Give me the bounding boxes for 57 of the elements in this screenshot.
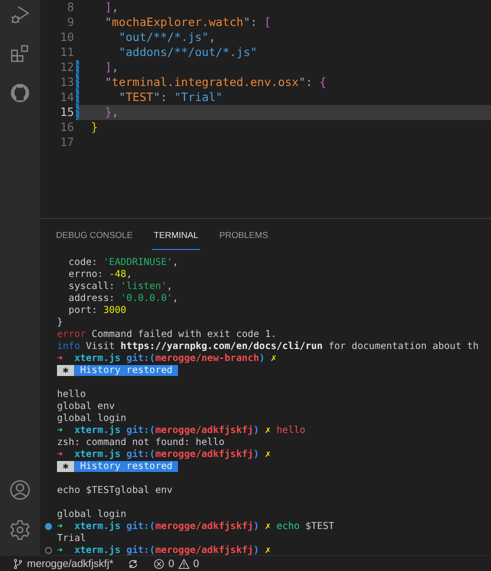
code-line: ], [104,0,120,15]
line-number: 8 [66,0,74,15]
problem-count[interactable]: 0 [193,558,200,570]
terminal-line: global env [57,400,115,413]
command-pending-circle[interactable] [45,547,52,554]
terminal-line: ➜ xterm.js git:(merogge/adkfjskfj) ✗ echo $TEST [57,520,334,533]
code-line: "out/**/*.js", [118,30,217,45]
terminal-line: ➜ xterm.js git:(merogge/adkfjskfj) ✗ [57,448,271,461]
terminal-line: zsh: command not found: hello [57,436,225,449]
warning-icon [178,558,190,570]
line-number: 17 [59,135,74,150]
terminal-line: ➜ xterm.js git:(merogge/adkfjskfj) ✗ hello [57,424,306,437]
terminal-line: global login [57,508,126,521]
panel-tab[interactable]: TERMINAL [152,226,200,250]
line-number: 15 [59,105,74,120]
line-number: 10 [59,30,74,45]
terminal-line: info Visit https://yarnpkg.com/en/docs/cli/run for documentation about th [57,340,479,353]
line-number: 14 [59,90,74,105]
error-icon [153,558,166,570]
terminal-line: } [57,316,63,329]
branch-icon [12,558,24,570]
code-line: "TEST": "Trial" [118,90,224,105]
terminal-line: global login [57,412,126,425]
code-line: "mochaExplorer.watch": [ [104,15,272,30]
terminal-line: syscall: 'listen', [68,280,173,293]
terminal-line: ➜ xterm.js git:(merogge/new-branch) ✗ [57,352,277,365]
command-success-dot[interactable] [45,523,52,530]
code-line: "terminal.integrated.env.osx": { [104,75,328,90]
terminal-line: port: 3000 [68,304,126,317]
sync-icon [127,558,140,570]
terminal-line: ➜ xterm.js git:(merogge/adkfjskfj) ✗ [57,544,271,555]
panel-tab[interactable]: PROBLEMS [217,226,270,250]
terminal-line: error Command failed with exit code 1. [57,328,276,341]
terminal-line: ✱ History restored [57,364,178,377]
extensions-icon[interactable] [9,43,31,65]
code-line: "addons/**/out/*.js" [118,45,258,60]
terminal-line: Trial [57,532,86,545]
terminal-line: code: 'EADDRINUSE', [68,256,178,269]
terminal-line: echo $TESTglobal env [57,484,173,497]
line-number: 9 [66,15,74,30]
problem-count[interactable]: 0 [168,558,174,570]
terminal-line: ✱ History restored [57,460,178,473]
branch-name[interactable]: merogge/adkfjskfj* [27,558,114,570]
terminal-line: address: '0.0.0.0', [68,292,178,305]
line-number: 12 [59,60,74,75]
cat-logo-icon[interactable] [9,82,31,104]
terminal-line: errno: -48, [68,268,132,281]
code-line: ], [104,60,120,75]
panel-tab[interactable]: DEBUG CONSOLE [54,226,135,250]
terminal-line: hello [57,388,86,401]
line-number: 11 [59,45,74,60]
settings-icon[interactable] [9,519,31,541]
code-line: } [90,120,99,135]
account-icon[interactable] [9,479,31,501]
run-debug-icon[interactable] [9,4,31,26]
line-number: 16 [59,120,74,135]
line-number: 13 [59,75,74,90]
